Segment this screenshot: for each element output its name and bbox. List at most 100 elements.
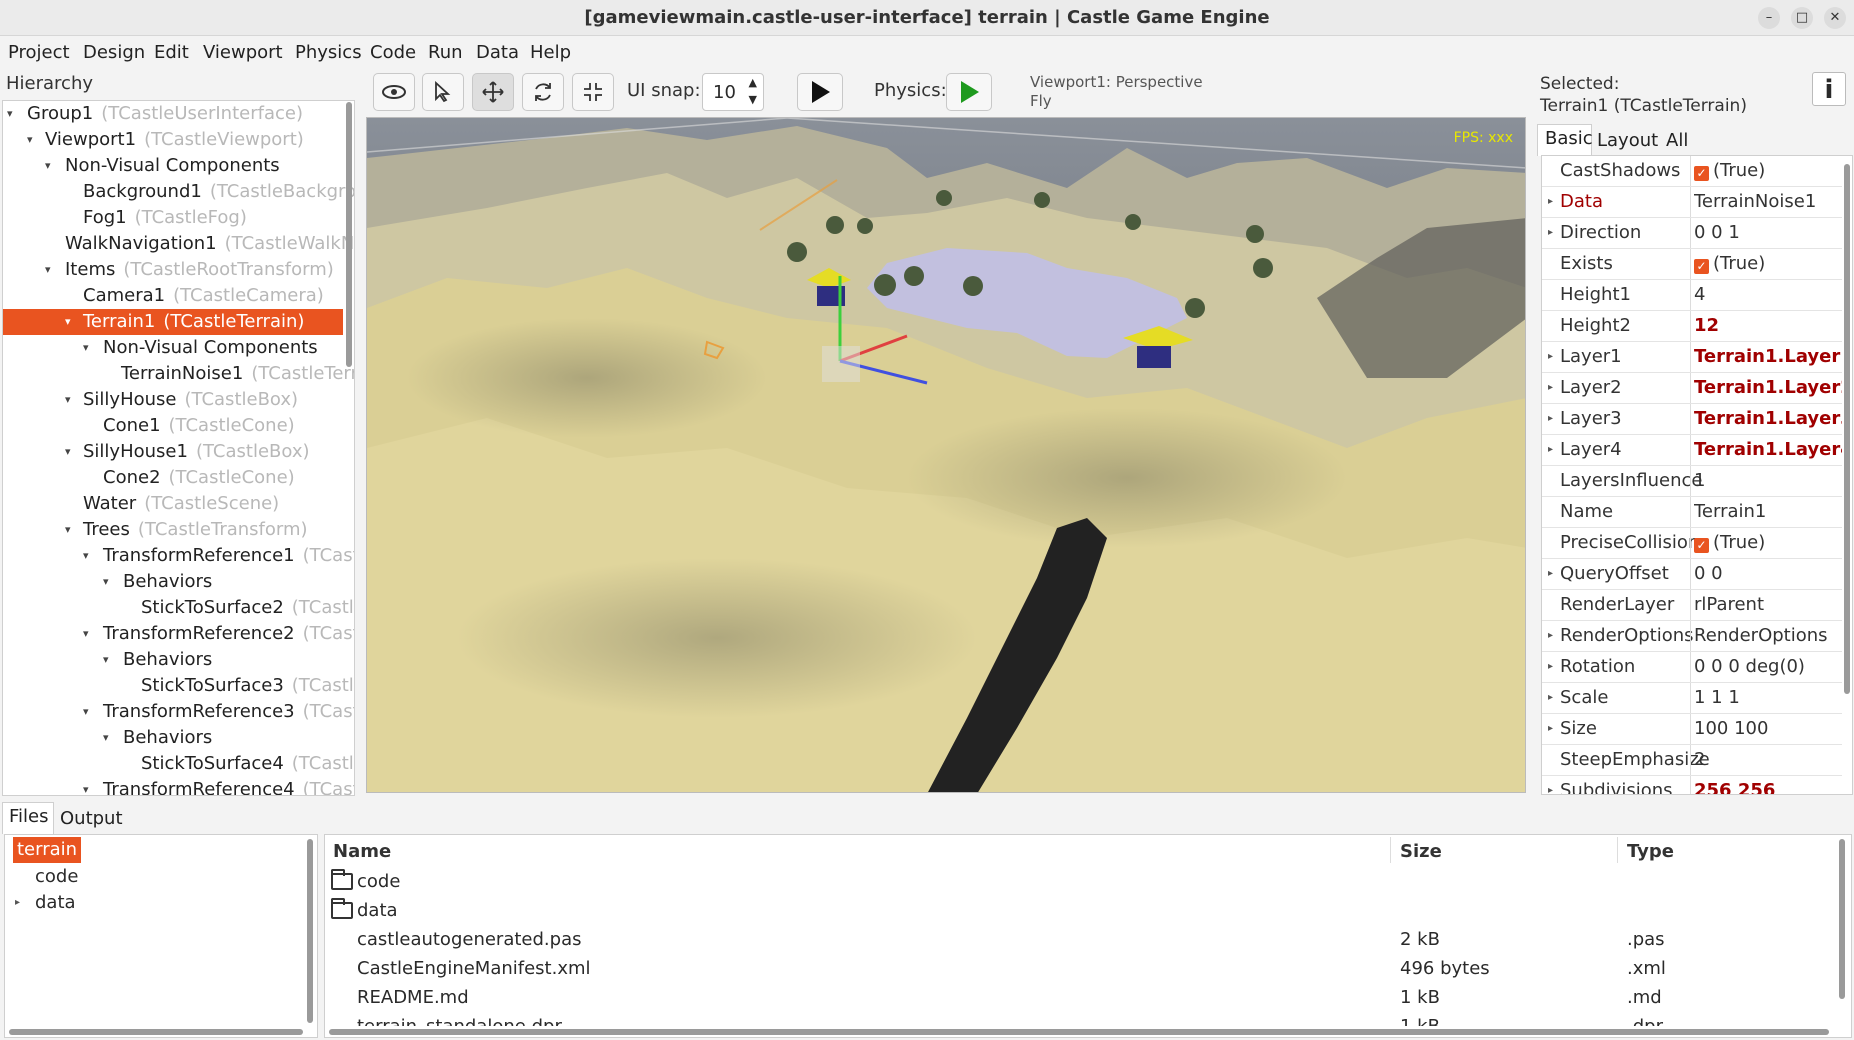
- folder-data[interactable]: data: [35, 890, 76, 916]
- tree-item-sticktosurface3[interactable]: StickToSurface3(TCastleStickToSurface): [3, 673, 354, 699]
- prop-layer4[interactable]: ▸ Layer4 Terrain1.Layer4: [1542, 435, 1842, 466]
- files-tree-scrollbar[interactable]: [307, 839, 313, 1023]
- prop-exists[interactable]: Exists ✓ (True): [1542, 249, 1842, 280]
- expand-data-icon[interactable]: ▸: [15, 890, 20, 916]
- select-mode-button[interactable]: [422, 73, 464, 111]
- tree-item-behaviors3[interactable]: ▾ Behaviors: [3, 725, 343, 751]
- close-button[interactable]: ✕: [1824, 7, 1846, 29]
- prop-layer2[interactable]: ▸ Layer2 Terrain1.Layer2: [1542, 373, 1842, 404]
- prop-data[interactable]: ▸ Data TerrainNoise1: [1542, 187, 1842, 218]
- folder-terrain[interactable]: terrain: [13, 837, 82, 863]
- precisecollisions-checkbox[interactable]: ✓: [1694, 538, 1709, 553]
- tree-item-transformreference2[interactable]: ▾ TransformReference2(TCastleTransformRe…: [3, 621, 354, 647]
- menu-physics[interactable]: Physics: [295, 42, 362, 63]
- tree-item-nonvisual-components[interactable]: ▾ Non-Visual Components: [3, 153, 343, 179]
- menu-code[interactable]: Code: [370, 42, 416, 63]
- tree-item-behaviors2[interactable]: ▾ Behaviors: [3, 647, 343, 673]
- column-name[interactable]: Name: [333, 841, 391, 862]
- menu-viewport[interactable]: Viewport: [203, 42, 283, 63]
- files-list[interactable]: Name Size Type code data castleautogener…: [324, 834, 1852, 1038]
- tree-item-group1[interactable]: ▾ Group1 (TCastleUserInterface): [3, 101, 343, 127]
- prop-direction[interactable]: ▸ Direction 0 0 1: [1542, 218, 1842, 249]
- tree-item-transformreference1[interactable]: ▾ TransformReference1(TCastleTransformRe…: [3, 543, 354, 569]
- translate-mode-button[interactable]: [472, 73, 514, 111]
- tree-item-fog1[interactable]: Fog1 (TCastleFog): [3, 205, 343, 231]
- folder-code[interactable]: code: [35, 864, 78, 890]
- prop-precisecollisions[interactable]: PreciseCollisions ✓ (True): [1542, 528, 1842, 559]
- prop-rotation[interactable]: ▸ Rotation 0 0 0 deg(0): [1542, 652, 1842, 683]
- tree-item-camera1[interactable]: Camera1 (TCastleCamera): [3, 283, 343, 309]
- menu-design[interactable]: Design: [83, 42, 145, 63]
- prop-size[interactable]: ▸ Size 100 100: [1542, 714, 1842, 745]
- files-list-hscrollbar[interactable]: [329, 1029, 1829, 1035]
- file-row[interactable]: README.md 1 kB .md: [325, 983, 1825, 1012]
- tree-item-water[interactable]: Water (TCastleScene): [3, 491, 343, 517]
- file-row[interactable]: castleautogenerated.pas 2 kB .pas: [325, 925, 1825, 954]
- tree-item-walknavigation1[interactable]: WalkNavigation1(TCastleWalkNavigation): [3, 231, 354, 257]
- prop-scale[interactable]: ▸ Scale 1 1 1: [1542, 683, 1842, 714]
- tree-item-viewport1[interactable]: ▾ Viewport1 (TCastleViewport): [3, 127, 343, 153]
- castshadows-checkbox[interactable]: ✓: [1694, 166, 1709, 181]
- prop-layersinfluence[interactable]: LayersInfluence 1: [1542, 466, 1842, 497]
- tab-files[interactable]: Files: [9, 806, 49, 827]
- prop-renderoptions[interactable]: ▸ RenderOptions RenderOptions: [1542, 621, 1842, 652]
- prop-steepemphasize[interactable]: SteepEmphasize 2: [1542, 745, 1842, 776]
- tree-item-sillyhouse[interactable]: ▾ SillyHouse (TCastleBox): [3, 387, 343, 413]
- tree-item-cone2[interactable]: Cone2 (TCastleCone): [3, 465, 343, 491]
- property-grid[interactable]: CastShadows ✓ (True) ▸ Data TerrainNoise1 ▸ D…: [1541, 155, 1853, 795]
- files-list-scrollbar[interactable]: [1839, 839, 1845, 999]
- menu-edit[interactable]: Edit: [154, 42, 189, 63]
- project-folder-tree[interactable]: terrain code ▸ data: [4, 834, 318, 1038]
- spin-down-icon[interactable]: ▼: [749, 93, 757, 106]
- column-type[interactable]: Type: [1627, 841, 1674, 862]
- tree-item-trees[interactable]: ▾ Trees (TCastleTransform): [3, 517, 343, 543]
- menu-help[interactable]: Help: [530, 42, 571, 63]
- tab-layout[interactable]: Layout: [1597, 130, 1658, 151]
- file-row[interactable]: data: [325, 896, 1825, 925]
- inspector-scrollbar[interactable]: [1844, 164, 1850, 694]
- menu-run[interactable]: Run: [428, 42, 463, 63]
- tab-all[interactable]: All: [1666, 130, 1688, 151]
- tree-item-items[interactable]: ▾ Items (TCastleRootTransform): [3, 257, 343, 283]
- tab-basic[interactable]: Basic: [1545, 128, 1593, 149]
- tree-item-transformreference3[interactable]: ▾ TransformReference3(TCastleTransformRe…: [3, 699, 354, 725]
- hierarchy-scrollbar[interactable]: [346, 102, 352, 367]
- prop-name[interactable]: Name Terrain1: [1542, 497, 1842, 528]
- maximize-button[interactable]: □: [1791, 7, 1813, 29]
- spin-up-icon[interactable]: ▲: [749, 76, 757, 89]
- column-size[interactable]: Size: [1400, 841, 1442, 862]
- run-button[interactable]: [797, 73, 843, 111]
- prop-subdivisions[interactable]: ▸ Subdivisions 256 256: [1542, 776, 1842, 794]
- menu-project[interactable]: Project: [8, 42, 70, 63]
- rotate-mode-button[interactable]: [522, 73, 564, 111]
- info-button[interactable]: i: [1812, 72, 1846, 106]
- tree-item-cone1[interactable]: Cone1 (TCastleCone): [3, 413, 343, 439]
- prop-castshadows[interactable]: CastShadows ✓ (True): [1542, 156, 1842, 187]
- tab-output[interactable]: Output: [60, 808, 123, 829]
- hierarchy-tree[interactable]: ▾ Group1 (TCastleUserInterface) ▾ Viewpor…: [2, 100, 355, 796]
- files-tree-hscrollbar[interactable]: [9, 1029, 303, 1035]
- prop-renderlayer[interactable]: RenderLayer rlParent: [1542, 590, 1842, 621]
- tree-item-terrain1[interactable]: ▾ Terrain1 (TCastleTerrain): [3, 309, 343, 335]
- tree-item-sticktosurface4[interactable]: StickToSurface4(TCastleStickToSurface): [3, 751, 354, 777]
- scale-mode-button[interactable]: [572, 73, 614, 111]
- file-row[interactable]: CastleEngineManifest.xml 496 bytes .xml: [325, 954, 1825, 983]
- exists-checkbox[interactable]: ✓: [1694, 259, 1709, 274]
- tree-item-background1[interactable]: Background1(TCastleBackground): [3, 179, 354, 205]
- physics-play-button[interactable]: [946, 73, 992, 111]
- prop-layer1[interactable]: ▸ Layer1 Terrain1.Layer1: [1542, 342, 1842, 373]
- prop-layer3[interactable]: ▸ Layer3 Terrain1.Layer3: [1542, 404, 1842, 435]
- interact-mode-button[interactable]: [373, 73, 415, 111]
- prop-height2[interactable]: Height2 12: [1542, 311, 1842, 342]
- tree-item-transformreference4[interactable]: ▾ TransformReference4(TCastleTransformRe…: [3, 777, 354, 795]
- prop-height1[interactable]: Height1 4: [1542, 280, 1842, 311]
- menu-data[interactable]: Data: [476, 42, 519, 63]
- tree-item-sticktosurface2[interactable]: StickToSurface2(TCastleStickToSurface): [3, 595, 354, 621]
- tree-item-terrain-nonvisual[interactable]: ▾ Non-Visual Components: [3, 335, 343, 361]
- tree-item-behaviors1[interactable]: ▾ Behaviors: [3, 569, 343, 595]
- prop-queryoffset[interactable]: ▸ QueryOffset 0 0: [1542, 559, 1842, 590]
- tree-item-sillyhouse1[interactable]: ▾ SillyHouse1 (TCastleBox): [3, 439, 343, 465]
- tree-item-terrainnoise1[interactable]: TerrainNoise1(TCastleTerrainNoise): [3, 361, 354, 387]
- file-row[interactable]: terrain_standalone.dpr 1 kB .dpr: [325, 1012, 1825, 1026]
- minimize-button[interactable]: –: [1758, 7, 1780, 29]
